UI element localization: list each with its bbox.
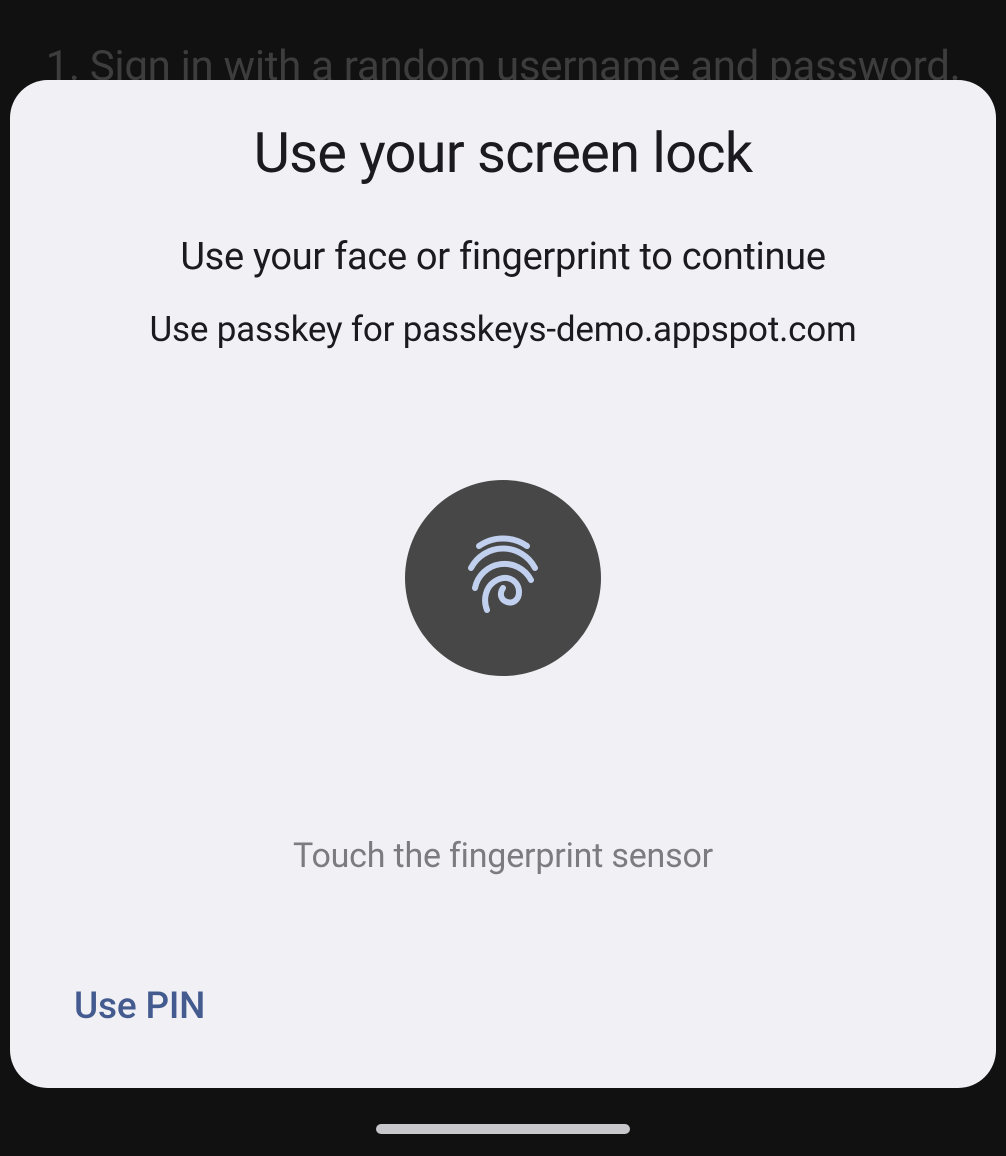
passkey-domain-text: Use passkey for passkeys-demo.appspot.co… [150,309,857,350]
dialog-title: Use your screen lock [254,120,753,187]
fingerprint-icon [453,526,553,630]
biometric-dialog: Use your screen lock Use your face or fi… [10,80,996,1088]
fingerprint-hint: Touch the fingerprint sensor [293,836,713,876]
fingerprint-sensor[interactable] [405,480,601,676]
dialog-subtitle: Use your face or fingerprint to continue [180,235,825,279]
gesture-nav-bar[interactable] [376,1124,630,1134]
use-pin-button[interactable]: Use PIN [74,985,205,1028]
